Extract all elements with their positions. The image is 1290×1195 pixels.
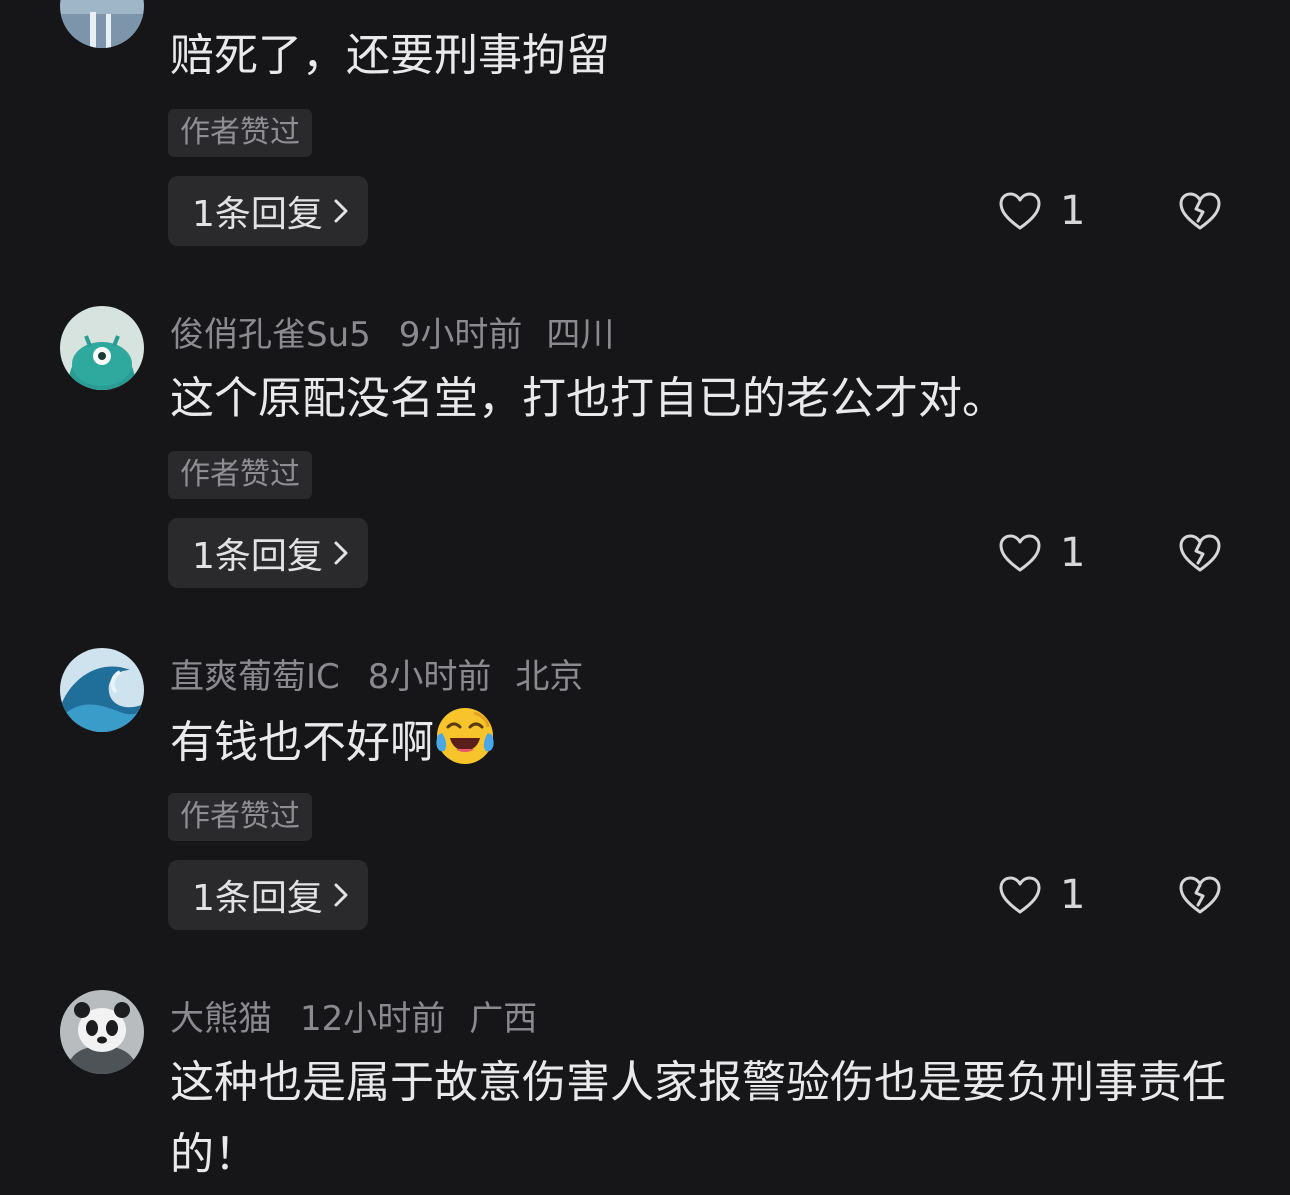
like-button[interactable]: 1 — [998, 518, 1085, 588]
avatar[interactable] — [60, 306, 144, 390]
like-button[interactable]: 1 — [998, 176, 1085, 246]
like-count: 1 — [1060, 188, 1086, 234]
avatar[interactable] — [60, 990, 144, 1074]
view-replies-button[interactable]: 1条回复 — [168, 176, 368, 246]
author-liked-tag: 作者赞过 — [168, 793, 312, 841]
avatar-partial-icon — [60, 0, 144, 48]
timestamp: 9小时前 — [398, 314, 523, 355]
comment-text: 这个原配没名堂，打也打自已的老公才对。 — [170, 373, 1006, 424]
wave-avatar-icon — [60, 648, 144, 732]
chevron-right-icon — [334, 541, 348, 565]
laughing-crying-emoji-icon — [436, 708, 494, 764]
dislike-button[interactable] — [1178, 176, 1222, 246]
username[interactable]: 俊俏孔雀Su5 — [170, 307, 371, 356]
heart-icon — [999, 534, 1041, 572]
location: 北京 — [515, 656, 584, 697]
comment-meta: 直爽葡萄IC 8小时前 北京 — [170, 648, 583, 698]
teal-monster-avatar-icon — [60, 306, 144, 390]
comment-text: 有钱也不好啊 — [170, 705, 1240, 779]
view-replies-button[interactable]: 1条回复 — [168, 860, 368, 930]
heart-icon — [999, 192, 1041, 230]
author-liked-tag: 作者赞过 — [168, 109, 312, 157]
reply-count-label: 1条回复 — [192, 878, 323, 919]
timestamp: 12小时前 — [300, 998, 446, 1039]
broken-heart-icon — [1179, 876, 1221, 914]
reply-count-label: 1条回复 — [192, 194, 323, 235]
avatar[interactable] — [60, 0, 144, 48]
broken-heart-icon — [1179, 192, 1221, 230]
chevron-right-icon — [334, 199, 348, 223]
panda-avatar-icon — [60, 990, 144, 1074]
location: 四川 — [546, 314, 615, 355]
heart-icon — [999, 876, 1041, 914]
like-button[interactable]: 1 — [998, 860, 1085, 930]
like-count: 1 — [1060, 530, 1086, 576]
comment-text-content: 有钱也不好啊 — [170, 717, 434, 768]
comment-text: 这种也是属于故意伤害人家报警验伤也是要负刑事责任的！ — [170, 1057, 1226, 1180]
username[interactable]: 直爽葡萄IC — [170, 649, 340, 698]
view-replies-button[interactable]: 1条回复 — [168, 518, 368, 588]
reply-count-label: 1条回复 — [192, 536, 323, 577]
location: 广西 — [469, 998, 538, 1039]
username[interactable]: 大熊猫 — [170, 991, 272, 1040]
timestamp: 8小时前 — [367, 656, 492, 697]
comment-text: 赔死了，还要刑事拘留 — [170, 30, 610, 81]
avatar[interactable] — [60, 648, 144, 732]
like-count: 1 — [1060, 872, 1086, 918]
comment-meta: 大熊猫 12小时前 广西 — [170, 990, 537, 1040]
comment-meta: 俊俏孔雀Su5 9小时前 四川 — [170, 306, 614, 356]
dislike-button[interactable] — [1178, 860, 1222, 930]
dislike-button[interactable] — [1178, 518, 1222, 588]
broken-heart-icon — [1179, 534, 1221, 572]
chevron-right-icon — [334, 883, 348, 907]
author-liked-tag: 作者赞过 — [168, 451, 312, 499]
